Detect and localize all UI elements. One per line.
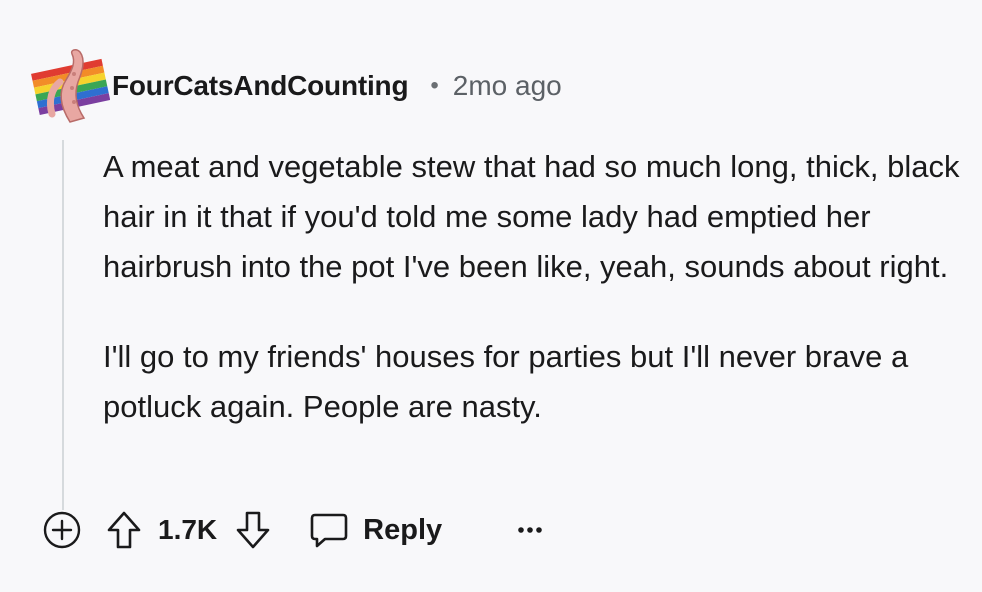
comment-header: FourCatsAndCounting • 2mo ago [112, 66, 562, 106]
meta-separator: • [430, 72, 439, 99]
upvote-button[interactable] [106, 510, 142, 550]
reply-button[interactable]: Reply [309, 510, 442, 550]
comment-body: A meat and vegetable stew that had so mu… [103, 142, 963, 432]
timestamp[interactable]: 2mo ago [453, 70, 562, 102]
downvote-button[interactable] [235, 510, 271, 550]
comment-action-bar: 1.7K Reply [40, 506, 548, 554]
avatar[interactable] [30, 44, 111, 124]
expand-thread-button[interactable] [40, 508, 84, 552]
plus-circle-icon [43, 511, 81, 549]
vote-score: 1.7K [158, 514, 218, 545]
arrow-down-icon [236, 511, 270, 549]
reply-label: Reply [363, 513, 443, 546]
comment-paragraph: A meat and vegetable stew that had so mu… [103, 149, 960, 284]
vote-controls: 1.7K [106, 510, 271, 550]
speech-bubble-icon [309, 510, 349, 550]
comment-paragraph: I'll go to my friends' houses for partie… [103, 339, 909, 424]
username[interactable]: FourCatsAndCounting [112, 70, 409, 102]
thread-line[interactable] [62, 140, 64, 510]
arrow-up-icon [107, 511, 141, 549]
rainbow-tentacle-avatar-icon [31, 49, 111, 123]
ellipsis-icon [518, 527, 542, 533]
more-options-button[interactable] [512, 520, 548, 540]
comment: FourCatsAndCounting • 2mo ago A meat and… [0, 0, 982, 592]
